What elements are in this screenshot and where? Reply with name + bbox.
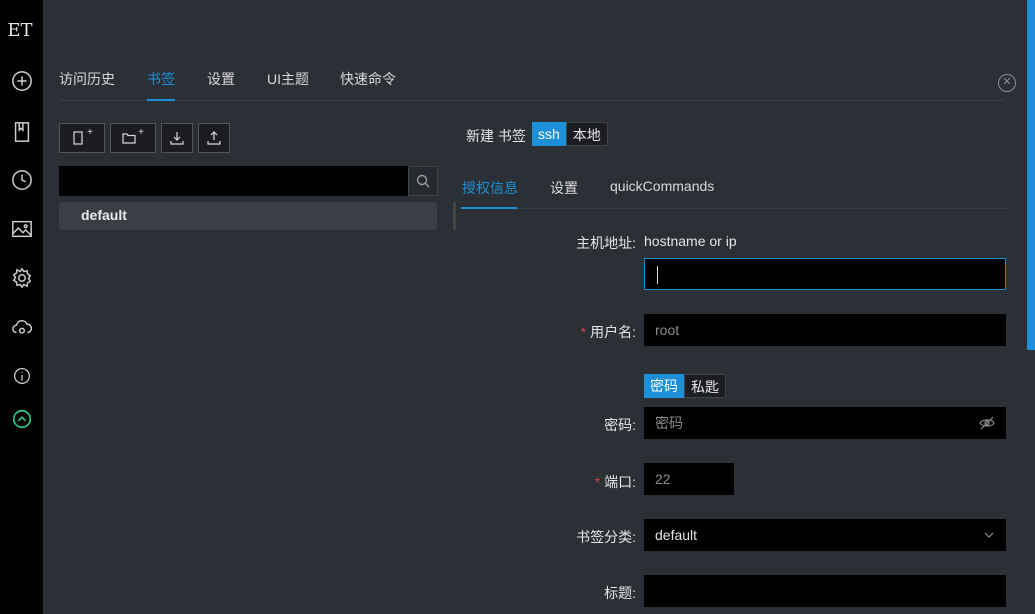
tab-auth-info[interactable]: 授权信息 [462,178,518,198]
upgrade-icon[interactable] [10,407,34,431]
add-icon[interactable] [10,69,34,93]
export-button[interactable] [198,123,230,153]
auth-option-password[interactable]: 密码 [644,374,684,398]
host-hint: hostname or ip [644,233,737,249]
category-label: 书签分类: [576,529,636,545]
title-label: 标题: [604,585,636,601]
bookmark-search [59,166,438,196]
panel-resize-handle[interactable] [453,202,456,230]
username-label-text: 用户名: [590,324,636,340]
port-label-text: 端口: [604,474,636,490]
type-option-ssh[interactable]: ssh [532,122,566,146]
main-panel: 访问历史 书签 设置 UI主题 快速命令 ✕ + + default 新建 书签… [43,0,1035,614]
tab-ui-theme[interactable]: UI主题 [267,69,309,89]
auth-type-switch: 密码 私匙 [644,374,726,398]
chevron-down-icon [984,532,994,538]
title-input[interactable] [644,575,1006,607]
tree-item-label: default [81,207,127,223]
required-mark: * [594,474,601,490]
host-input[interactable] [644,258,1006,290]
tab-quick-commands[interactable]: 快速命令 [340,69,396,89]
new-folder-button[interactable]: + [110,123,156,153]
cloud-sync-icon[interactable] [10,315,34,339]
import-button[interactable] [161,123,193,153]
port-label: * 端口: [476,472,636,492]
image-icon[interactable] [10,217,34,241]
sidebar: ET [0,0,43,614]
required-mark: * [580,324,587,340]
port-input[interactable]: 22 [644,463,734,495]
search-input[interactable] [59,166,408,196]
eye-invisible-icon[interactable] [979,416,995,430]
plus-icon: + [87,126,93,138]
search-icon [416,174,430,188]
text-caret [657,266,658,284]
tab-form-settings[interactable]: 设置 [550,178,578,198]
bookmark-type-switch: ssh 本地 [532,122,608,146]
username-input[interactable]: root [644,314,1006,346]
new-bookmark-button[interactable]: + [59,123,105,153]
category-value: default [655,527,698,543]
upload-icon [207,131,221,145]
top-tab-bar: 访问历史 书签 设置 UI主题 快速命令 [59,60,1005,101]
tree-item-default[interactable]: default [59,202,437,230]
app-logo: ET [7,19,33,41]
scrollbar-track[interactable] [1027,0,1035,614]
active-tab-indicator [147,99,175,101]
plus-icon: + [138,126,144,138]
tab-history[interactable]: 访问历史 [59,69,115,89]
tab-quick-commands-form[interactable]: quickCommands [610,178,714,194]
password-placeholder: 密码 [655,415,683,431]
tab-settings[interactable]: 设置 [207,69,235,89]
close-icon[interactable]: ✕ [998,74,1016,92]
form-title: 新建 书签 [466,128,526,144]
password-label: 密码: [604,417,636,433]
password-input[interactable]: 密码 [644,407,1006,439]
history-icon[interactable] [10,168,34,192]
category-select[interactable]: default [644,519,1006,551]
auth-option-private-key[interactable]: 私匙 [684,374,726,398]
scrollbar-thumb[interactable] [1027,0,1035,350]
type-option-local[interactable]: 本地 [565,122,608,146]
tab-bookmarks[interactable]: 书签 [147,69,175,89]
host-label: 主机地址: [576,235,636,251]
info-icon[interactable] [10,364,34,388]
form-sub-tabs: 授权信息 设置 quickCommands [461,168,1007,209]
gear-icon[interactable] [10,266,34,290]
username-label: * 用户名: [476,322,636,342]
bookmark-icon[interactable] [10,120,34,144]
search-button[interactable] [408,166,438,196]
download-icon [170,132,184,145]
sub-tab-indicator [461,207,517,209]
